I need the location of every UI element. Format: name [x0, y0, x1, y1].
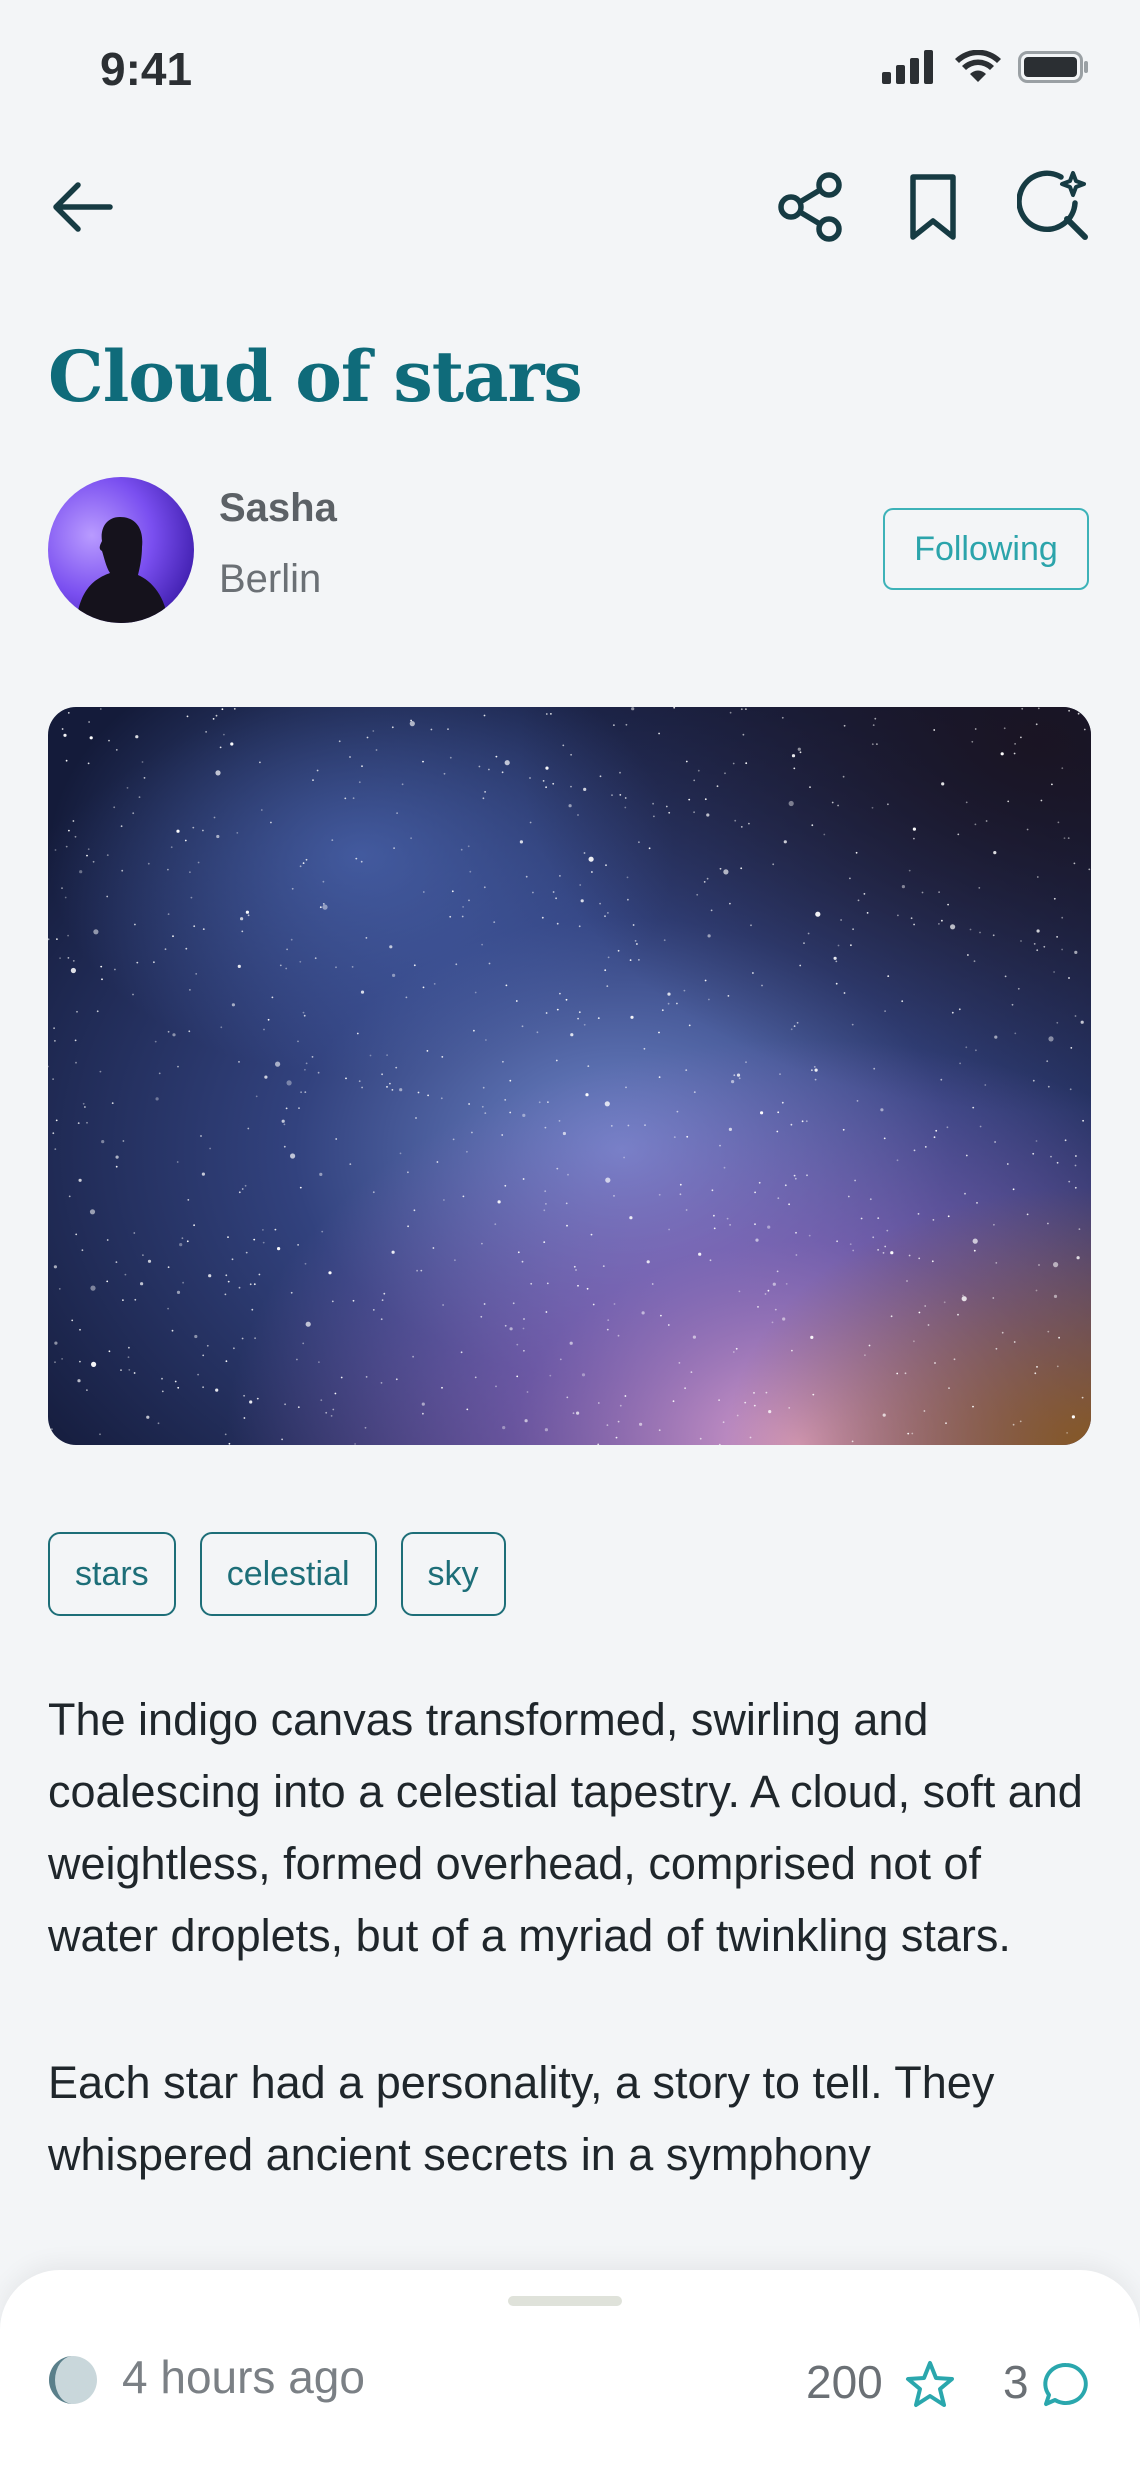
- starfield-image: [48, 707, 1091, 1445]
- tag-celestial[interactable]: celestial: [199, 1532, 377, 1616]
- share-button[interactable]: [766, 162, 856, 252]
- bookmark-button[interactable]: [888, 162, 978, 252]
- hero-image: [48, 707, 1091, 1445]
- person-silhouette-icon: [76, 517, 168, 623]
- share-icon: [778, 172, 842, 242]
- comment-icon[interactable]: [1042, 2362, 1090, 2408]
- drag-handle[interactable]: [508, 2296, 622, 2306]
- like-count: 200: [806, 2356, 883, 2408]
- post-title: Cloud of stars: [48, 335, 583, 418]
- status-time: 9:41: [100, 43, 193, 95]
- star-icon[interactable]: [905, 2360, 955, 2408]
- author-location: Berlin: [219, 557, 322, 601]
- post-body: The indigo canvas transformed, swirling …: [48, 1684, 1098, 2266]
- paragraph: The indigo canvas transformed, swirling …: [48, 1694, 1083, 1961]
- author-name[interactable]: Sasha: [219, 486, 337, 531]
- battery-icon: [1018, 51, 1088, 83]
- tag-list: stars celestial sky: [48, 1532, 506, 1616]
- back-button[interactable]: [38, 162, 128, 252]
- sparkle-search-icon: [1017, 170, 1088, 240]
- search-button[interactable]: [1010, 162, 1100, 252]
- tag-stars[interactable]: stars: [48, 1532, 176, 1616]
- wifi-icon: [955, 50, 1001, 82]
- tag-sky[interactable]: sky: [400, 1532, 506, 1616]
- comment-count: 3: [1003, 2356, 1029, 2408]
- post-time: 4 hours ago: [122, 2351, 365, 2403]
- following-button[interactable]: Following: [883, 508, 1089, 590]
- moon-icon: [49, 2356, 97, 2404]
- avatar[interactable]: [48, 477, 194, 623]
- paragraph: Each star had a personality, a story to …: [48, 2057, 995, 2180]
- status-icons: [882, 50, 1090, 84]
- bookmark-icon: [910, 174, 956, 240]
- signal-icon: [882, 50, 933, 84]
- arrow-left-icon: [53, 182, 113, 232]
